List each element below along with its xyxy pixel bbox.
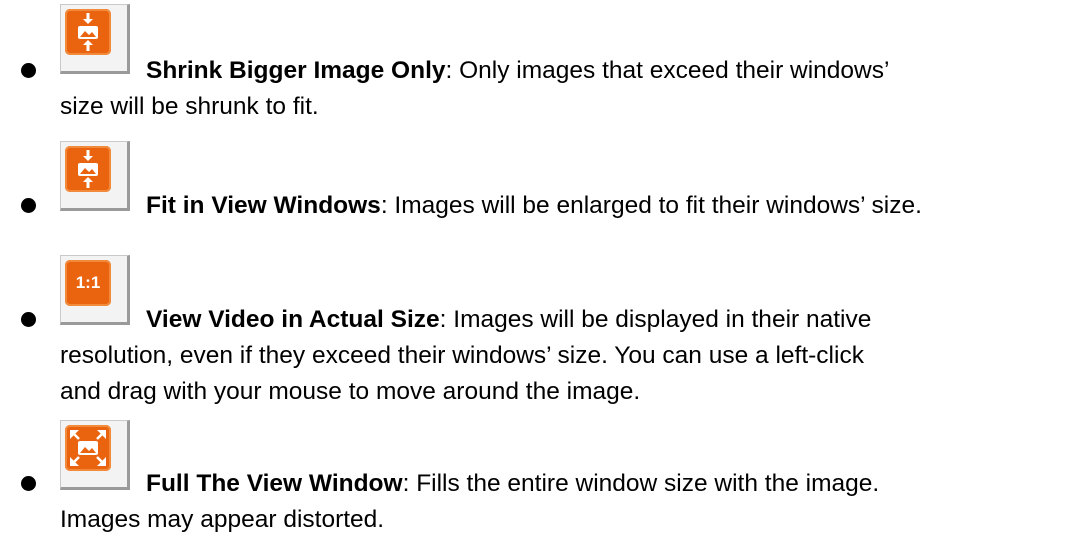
- item-description: : Only images that exceed their windows’: [445, 57, 890, 84]
- item-title: Fit in View Windows: [146, 192, 381, 219]
- bullet: [21, 198, 36, 213]
- bullet: [21, 312, 36, 327]
- item-description: Images may appear distorted.: [60, 506, 385, 533]
- item-line-1: Fit in View Windows: Images will be enla…: [146, 192, 922, 220]
- shrink-bigger-image-icon: [60, 4, 130, 74]
- fit-in-view-windows-icon: [60, 141, 130, 211]
- item-line-1: Full The View Window: Fills the entire w…: [146, 470, 879, 498]
- item-description: : Images will be enlarged to fit their w…: [380, 192, 922, 219]
- item-line-3: and drag with your mouse to move around …: [60, 378, 640, 406]
- item-description: resolution, even if they exceed their wi…: [60, 342, 864, 369]
- item-description: : Images will be displayed in their nati…: [439, 306, 872, 333]
- item-line-2: size will be shrunk to fit.: [60, 93, 319, 121]
- item-title: Full The View Window: [146, 470, 403, 497]
- bullet: [21, 476, 36, 491]
- icon-label: 1:1: [75, 273, 101, 292]
- bullet: [21, 63, 36, 78]
- item-title: Shrink Bigger Image Only: [146, 57, 446, 84]
- item-line-1: View Video in Actual Size: Images will b…: [146, 306, 871, 334]
- item-line-2: resolution, even if they exceed their wi…: [60, 342, 864, 370]
- actual-size-icon: 1:1: [60, 255, 130, 325]
- item-description: size will be shrunk to fit.: [60, 93, 319, 120]
- item-description: and drag with your mouse to move around …: [60, 378, 641, 405]
- item-description: : Fills the entire window size with the …: [402, 470, 880, 497]
- item-line-1: Shrink Bigger Image Only: Only images th…: [146, 57, 889, 85]
- item-title: View Video in Actual Size: [146, 306, 440, 333]
- full-view-window-icon: [60, 420, 130, 490]
- item-line-2: Images may appear distorted.: [60, 506, 384, 534]
